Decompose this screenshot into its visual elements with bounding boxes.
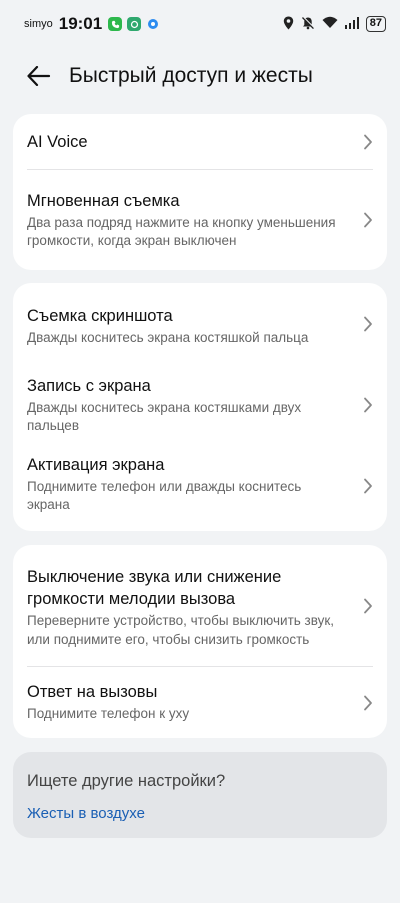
battery-indicator: 87 bbox=[365, 16, 386, 32]
suggestions-card: Ищете другие настройки? Жесты в воздухе bbox=[13, 752, 387, 838]
messaging-app-icon bbox=[127, 17, 142, 31]
item-description: Дважды коснитесь экрана костяшками двух … bbox=[27, 399, 302, 434]
list-item-mute-ringtone[interactable]: Выключение звука или снижение громкости … bbox=[13, 545, 387, 666]
item-description: Поднимите телефон или дважды коснитесь э… bbox=[27, 478, 302, 513]
carrier-label: simyo bbox=[24, 18, 53, 30]
chevron-right-icon bbox=[364, 695, 372, 710]
location-icon bbox=[283, 16, 294, 33]
suggestions-question: Ищете другие настройки? bbox=[27, 772, 226, 790]
list-item-screen-record[interactable]: Запись с экрана Дважды коснитесь экрана … bbox=[13, 365, 387, 445]
signal-icon bbox=[344, 16, 359, 32]
status-time: 19:01 bbox=[58, 14, 103, 33]
list-item-instant-capture[interactable]: Мгновенная съемка Два раза подряд нажмит… bbox=[13, 170, 387, 270]
item-description: Два раза подряд нажмите на кнопку уменьш… bbox=[27, 214, 336, 249]
item-description: Поднимите телефон к уху bbox=[27, 706, 190, 722]
item-label: Мгновенная съемка bbox=[27, 191, 180, 210]
chevron-right-icon bbox=[364, 316, 372, 332]
item-label: Запись с экрана bbox=[27, 376, 151, 395]
status-icons: 87 bbox=[283, 16, 386, 33]
item-description: Переверните устройство, чтобы выключить … bbox=[27, 613, 335, 647]
list-item-screenshot[interactable]: Съемка скриншота Дважды коснитесь экрана… bbox=[13, 283, 387, 365]
item-label: Активация экрана bbox=[27, 455, 165, 474]
browser-app-icon bbox=[146, 17, 160, 31]
chevron-right-icon bbox=[364, 598, 372, 613]
wifi-icon bbox=[322, 16, 338, 32]
page-header: Быстрый доступ и жесты bbox=[0, 52, 400, 100]
settings-card-calls: Выключение звука или снижение громкости … bbox=[13, 545, 387, 738]
air-gestures-link[interactable]: Жесты в воздухе bbox=[27, 805, 145, 822]
item-label: Ответ на вызовы bbox=[27, 683, 158, 702]
bell-muted-icon bbox=[301, 16, 315, 33]
chevron-right-icon bbox=[364, 212, 372, 228]
item-description: Дважды коснитесь экрана костяшкой пальца bbox=[27, 329, 309, 345]
settings-card-camera: AI Voice Мгновенная съемка Два раза подр… bbox=[13, 114, 387, 270]
phone-app-icon bbox=[108, 17, 123, 31]
back-arrow-icon bbox=[27, 66, 51, 86]
list-item-screen-wake[interactable]: Активация экрана Поднимите телефон или д… bbox=[13, 445, 387, 527]
page-title: Быстрый доступ и жесты bbox=[69, 64, 313, 87]
settings-card-knuckle: Съемка скриншота Дважды коснитесь экрана… bbox=[13, 283, 387, 531]
item-label: Выключение звука или снижение громкости … bbox=[27, 568, 282, 608]
status-bar: simyo 19:01 87 bbox=[0, 0, 400, 48]
item-label: Съемка скриншота bbox=[27, 306, 173, 325]
chevron-right-icon bbox=[364, 134, 372, 149]
item-label: AI Voice bbox=[27, 132, 88, 151]
list-item-answer-calls[interactable]: Ответ на вызовы Поднимите телефон к уху bbox=[13, 667, 387, 738]
chevron-right-icon bbox=[364, 478, 372, 494]
back-button[interactable] bbox=[24, 61, 54, 91]
list-item-ai-voice[interactable]: AI Voice bbox=[13, 114, 387, 169]
chevron-right-icon bbox=[364, 397, 372, 413]
